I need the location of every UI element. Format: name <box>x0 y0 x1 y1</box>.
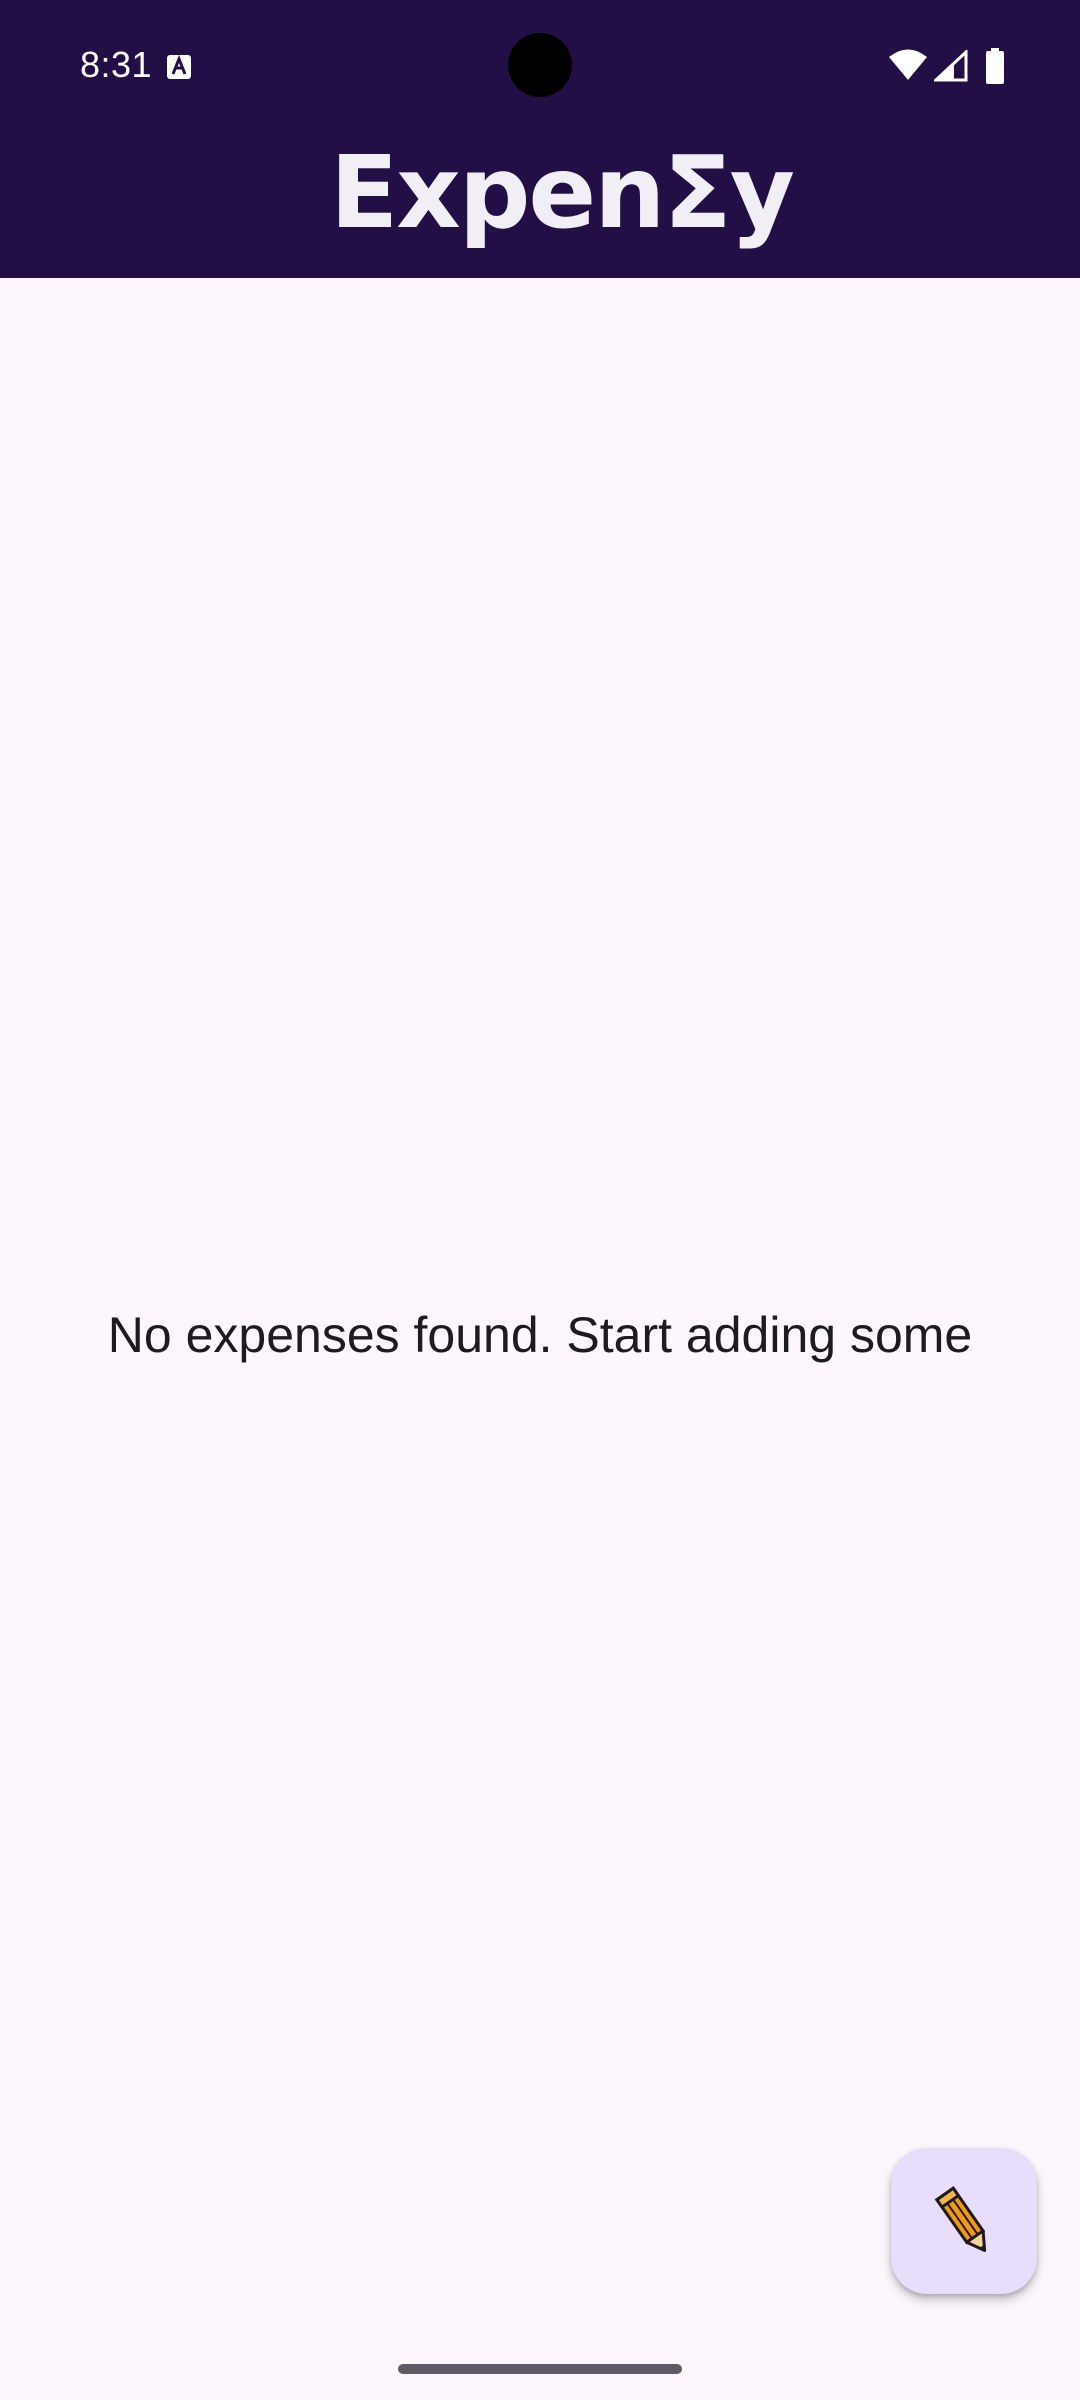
empty-state-message: No expenses found. Start adding some <box>107 1307 973 1363</box>
notification-a-icon <box>166 54 192 80</box>
gesture-nav-bar[interactable] <box>398 2364 682 2374</box>
status-bar: 8:31 <box>0 0 1080 132</box>
app-bar: 8:31 ExpenΣy <box>0 0 1080 278</box>
signal-icon <box>932 48 968 82</box>
status-time: 8:31 <box>80 44 153 85</box>
battery-icon <box>984 48 1006 84</box>
pencil-icon <box>926 2182 1002 2260</box>
add-expense-button[interactable] <box>891 2148 1037 2294</box>
app-logo: ExpenΣy <box>330 134 795 251</box>
wifi-icon <box>888 48 928 82</box>
camera-cutout <box>508 33 572 97</box>
